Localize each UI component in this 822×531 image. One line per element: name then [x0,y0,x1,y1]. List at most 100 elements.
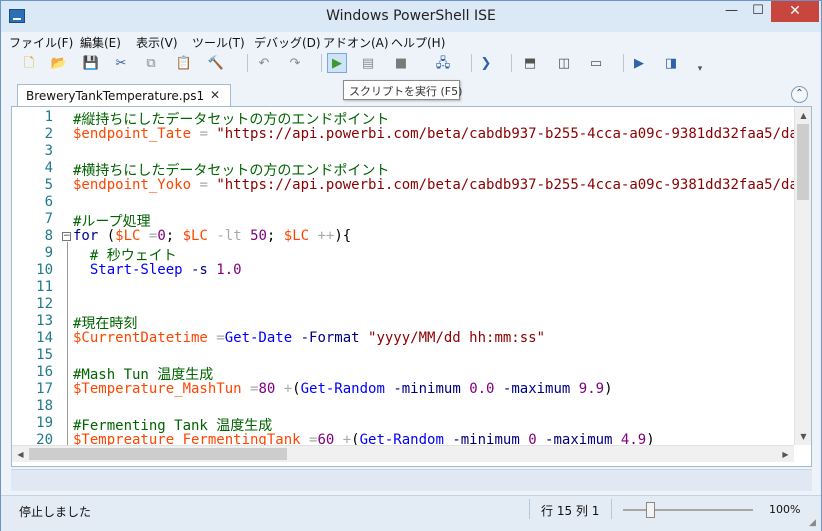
code-line[interactable]: $CurrentDatetime =Get-Date -Format "yyyy… [73,330,545,346]
code-token: 80 [258,381,276,397]
show-command-addon-icon[interactable]: ◨ [661,53,681,73]
code-token: for [73,228,99,244]
code-line[interactable]: for ($LC =0; $LC -lt 50; $LC ++){ [73,228,351,244]
zoom-slider-track[interactable] [623,509,753,511]
line-number: 15 [36,347,53,363]
title-bar[interactable]: Windows PowerShell ISE — ☐ ✕ [1,1,821,32]
line-number: 4 [44,160,53,176]
pane-splitter[interactable] [11,469,812,491]
menu-view[interactable]: 表示(V) [136,34,178,51]
horizontal-scroll-thumb[interactable] [29,448,287,460]
code-token: -minimum [443,432,529,445]
resize-grip-icon[interactable]: ◢ [809,518,819,528]
code-token: ( [351,432,360,445]
copy-icon[interactable]: ⧉ [141,53,161,73]
stop-icon[interactable]: ■ [391,53,411,73]
code-line[interactable]: $Tempreature_FermentingTank =60 +(Get-Ra… [73,432,655,445]
new-file-icon[interactable]: 🗋 [19,53,39,73]
menu-edit[interactable]: 編集(E) [80,34,121,51]
toolbar-separator [247,54,248,72]
fold-toggle-icon[interactable]: − [62,232,71,241]
vertical-scroll-thumb[interactable] [797,124,809,200]
code-token: ; [266,228,284,244]
line-number: 17 [36,381,53,397]
code-token: -lt [207,228,251,244]
code-token: "https://api.powerbi.com/beta/cabdb937-b… [216,177,804,193]
menu-file[interactable]: ファイル(F) [9,34,73,51]
code-token: -s [182,262,217,278]
status-divider [611,499,612,519]
toolbar-separator [623,54,624,72]
script-editor[interactable]: 1 #縦持ちにしたデータセットの方のエンドポイント 2 $endpoint_Tate … [11,106,812,467]
line-number: 20 [36,432,53,445]
code-token: $Temperature_MashTun [73,381,242,397]
code-token: 60 [317,432,335,445]
scroll-right-arrow-icon[interactable]: ▶ [777,446,794,463]
show-script-pane-top-icon[interactable]: ⬒ [520,53,540,73]
minimize-button[interactable]: — [718,1,745,22]
code-token: ; [165,228,183,244]
horizontal-scrollbar[interactable]: ◀ ▶ [12,445,794,462]
code-token: ) [604,381,613,397]
clear-console-icon[interactable]: 🔨 [206,53,226,73]
menu-debug[interactable]: デバッグ(D) [254,34,321,51]
code-token: -maximum [536,432,621,445]
save-icon[interactable]: 💾 [81,53,101,73]
scroll-down-arrow-icon[interactable]: ▼ [795,428,811,445]
line-number: 16 [36,364,53,380]
line-number: 12 [36,296,53,312]
open-folder-icon[interactable]: 📂 [49,53,69,73]
vertical-scrollbar[interactable]: ▲ ▼ [794,107,811,445]
code-token: -maximum [494,381,579,397]
show-script-pane-maximized-icon[interactable]: ▭ [586,53,606,73]
undo-icon[interactable]: ↶ [254,53,274,73]
run-selection-icon[interactable]: ▤ [358,53,378,73]
maximize-button[interactable]: ☐ [745,1,771,22]
code-token: ++ [309,228,335,244]
cut-icon[interactable]: ✂ [111,53,131,73]
code-token: Get-Date [224,330,293,346]
show-script-pane-right-icon[interactable]: ◫ [554,53,574,73]
scroll-left-arrow-icon[interactable]: ◀ [12,446,29,463]
run-script-icon[interactable]: ▶ [327,53,347,73]
code-token: + [334,432,352,445]
menu-help[interactable]: ヘルプ(H) [391,34,445,51]
collapse-script-pane-icon[interactable]: ⌃ [791,86,808,103]
close-tab-icon[interactable]: ✕ [210,88,220,102]
menu-addons[interactable]: アドオン(A) [323,34,389,51]
script-tab[interactable]: BreweryTankTemperature.ps1 ✕ [17,84,231,106]
scroll-up-arrow-icon[interactable]: ▲ [795,107,811,124]
zoom-slider-thumb[interactable] [646,502,655,518]
code-token: Start-Sleep [73,262,183,278]
line-number: 9 [44,245,53,261]
paste-icon[interactable]: 📋 [174,53,194,73]
close-button[interactable]: ✕ [771,1,819,22]
code-token: 9.9 [578,381,605,397]
line-number: 10 [36,262,53,278]
code-token: 1.0 [216,262,242,278]
toolbar-separator [511,54,512,72]
code-line[interactable]: $endpoint_Yoko = "https://api.powerbi.co… [73,177,804,193]
code-token: $LC [182,228,208,244]
code-token: 0 [528,432,537,445]
code-token: Get-Random [300,381,385,397]
powershell-console-icon[interactable]: ❯ [476,53,496,73]
line-number: 2 [44,126,53,142]
menu-tools[interactable]: ツール(T) [192,34,245,51]
code-area[interactable]: 1 #縦持ちにしたデータセットの方のエンドポイント 2 $endpoint_Tate … [12,107,804,445]
code-token: $endpoint_Tate [73,126,192,142]
code-line[interactable]: $endpoint_Tate = "https://api.powerbi.co… [73,126,804,142]
toolbar-overflow-icon[interactable]: ▾ [690,59,710,79]
code-line[interactable]: $Temperature_MashTun =80 +(Get-Random -m… [73,381,613,397]
code-token: $CurrentDatetime [73,330,208,346]
remote-powershell-icon[interactable]: 🖧 [433,53,453,73]
code-line[interactable]: Start-Sleep -s 1.0 [73,262,242,278]
line-number: 19 [36,415,53,431]
powershell-ise-window: Windows PowerShell ISE — ☐ ✕ ファイル(F) 編集(… [0,0,822,531]
show-command-window-icon[interactable]: ▶ [629,53,649,73]
code-token: Get-Random [359,432,444,445]
code-token: = [241,381,259,397]
code-token: ){ [334,228,352,244]
redo-icon[interactable]: ↷ [285,53,305,73]
code-token: 50 [250,228,267,244]
